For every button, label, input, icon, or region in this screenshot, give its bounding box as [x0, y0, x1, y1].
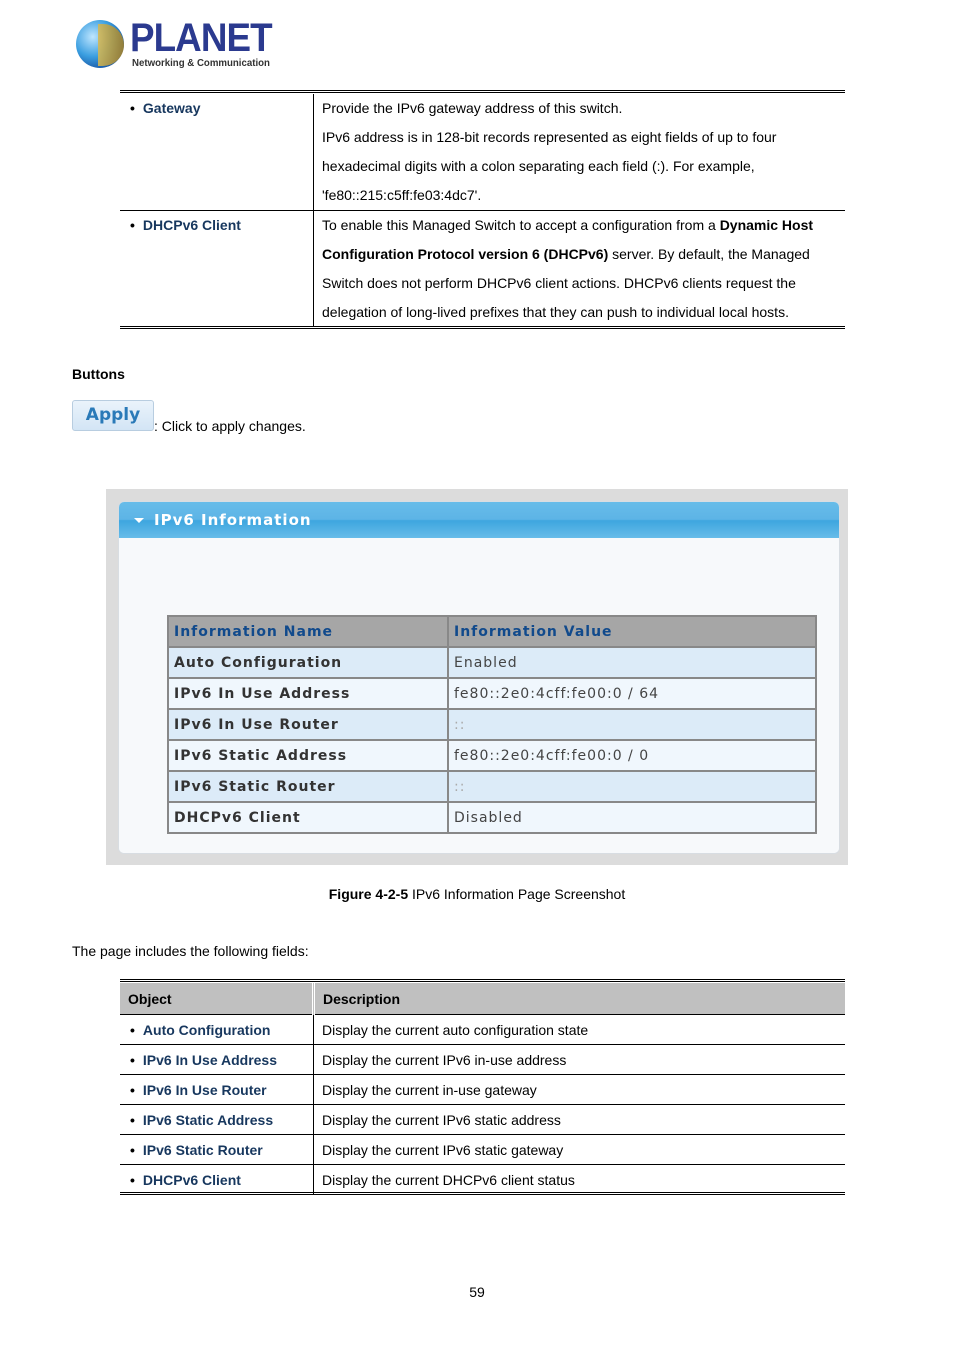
logo-brand: PLANET	[130, 16, 273, 60]
table-row: IPv6 In Use Address fe80::2e0:4cff:fe00:…	[167, 677, 817, 710]
bullet-icon: •	[130, 217, 135, 233]
object-name: Gateway	[142, 100, 201, 116]
collapse-caret-icon[interactable]	[134, 518, 144, 523]
object-name: DHCPv6 Client	[142, 1171, 241, 1188]
table-row: • Gateway Provide the IPv6 gateway addres…	[120, 94, 845, 211]
intro-text: The page includes the following fields:	[72, 943, 309, 959]
planet-logo: PLANET Networking & Communication	[76, 16, 276, 74]
bullet-icon: •	[130, 100, 135, 116]
object-description: To enable this Managed Switch to accept …	[322, 217, 814, 320]
object-description: Display the current auto configuration s…	[313, 1014, 845, 1045]
bullet-icon: •	[130, 1021, 135, 1038]
table-row: • IPv6 In Use Address Display the current…	[120, 1044, 845, 1075]
object-description: Display the current in-use gateway	[313, 1074, 845, 1105]
object-name: IPv6 Static Address	[142, 1111, 274, 1128]
bullet-icon: •	[130, 1111, 135, 1128]
table-row: IPv6 Static Address fe80::2e0:4cff:fe00:…	[167, 739, 817, 772]
info-name: IPv6 Static Router	[167, 770, 449, 803]
object-name: Auto Configuration	[142, 1021, 271, 1038]
column-header: Description	[313, 983, 845, 1015]
page-number: 59	[469, 1284, 485, 1300]
bullet-icon: •	[130, 1051, 135, 1068]
apply-description: : Click to apply changes.	[154, 418, 306, 434]
info-name: IPv6 In Use Router	[167, 708, 449, 741]
top-description-table: • Gateway Provide the IPv6 gateway addres…	[120, 94, 845, 327]
ipv6-information-panel: IPv6 Information Information Name Inform…	[118, 501, 840, 854]
table-top-rule	[120, 979, 845, 982]
object-name: IPv6 In Use Address	[142, 1051, 277, 1068]
info-name: IPv6 In Use Address	[167, 677, 449, 710]
object-description: Display the current IPv6 static gateway	[313, 1134, 845, 1165]
object-name: IPv6 Static Router	[142, 1141, 263, 1158]
bullet-icon: •	[130, 1171, 135, 1188]
info-value: ::	[447, 708, 817, 741]
table-row: • Auto Configuration Display the current …	[120, 1014, 845, 1045]
table-header-row: Object Description	[120, 983, 845, 1015]
object-name: DHCPv6 Client	[142, 217, 241, 233]
panel-title: IPv6 Information	[154, 511, 312, 529]
globe-icon	[76, 20, 124, 68]
column-header: Object	[120, 983, 315, 1015]
info-name: IPv6 Static Address	[167, 739, 449, 772]
bullet-icon: •	[130, 1141, 135, 1158]
fields-table: Object Description • Auto Configuration D…	[120, 983, 845, 1194]
table-row: • IPv6 Static Address Display the current…	[120, 1104, 845, 1135]
object-description: Display the current DHCPv6 client status	[313, 1164, 845, 1194]
table-row: IPv6 In Use Router ::	[167, 708, 817, 741]
info-value: fe80::2e0:4cff:fe00:0 / 0	[447, 739, 817, 772]
ipv6-info-table: Information Name Information Value Auto …	[167, 615, 817, 834]
panel-header[interactable]: IPv6 Information	[119, 502, 839, 538]
table-bottom-rule	[120, 326, 845, 329]
info-value: ::	[447, 770, 817, 803]
table-row: Auto Configuration Enabled	[167, 646, 817, 679]
column-header: Information Value	[447, 615, 817, 648]
info-name: Auto Configuration	[167, 646, 449, 679]
table-header-row: Information Name Information Value	[167, 615, 817, 648]
buttons-heading: Buttons	[72, 366, 125, 382]
figure-caption: Figure 4-2-5 IPv6 Information Page Scree…	[328, 886, 626, 902]
info-value: Disabled	[447, 801, 817, 834]
object-description: Provide the IPv6 gateway address of this…	[322, 100, 777, 203]
object-name: IPv6 In Use Router	[142, 1081, 267, 1098]
table-row: • IPv6 In Use Router Display the current …	[120, 1074, 845, 1105]
logo-tagline: Networking & Communication	[132, 57, 270, 69]
object-description: Display the current IPv6 in-use address	[313, 1044, 845, 1075]
bullet-icon: •	[130, 1081, 135, 1098]
info-name: DHCPv6 Client	[167, 801, 449, 834]
apply-button[interactable]: Apply	[72, 400, 154, 431]
table-row: • DHCPv6 Client To enable this Managed Sw…	[120, 210, 845, 327]
ipv6-information-screenshot: IPv6 Information Information Name Inform…	[106, 489, 848, 865]
table-row: • DHCPv6 Client Display the current DHCPv…	[120, 1164, 845, 1194]
table-row: IPv6 Static Router ::	[167, 770, 817, 803]
table-row: DHCPv6 Client Disabled	[167, 801, 817, 834]
table-top-rule	[120, 90, 845, 93]
object-description: Display the current IPv6 static address	[313, 1104, 845, 1135]
info-value: Enabled	[447, 646, 817, 679]
info-value: fe80::2e0:4cff:fe00:0 / 64	[447, 677, 817, 710]
column-header: Information Name	[167, 615, 449, 648]
table-row: • IPv6 Static Router Display the current …	[120, 1134, 845, 1165]
table-bottom-rule	[120, 1192, 845, 1195]
